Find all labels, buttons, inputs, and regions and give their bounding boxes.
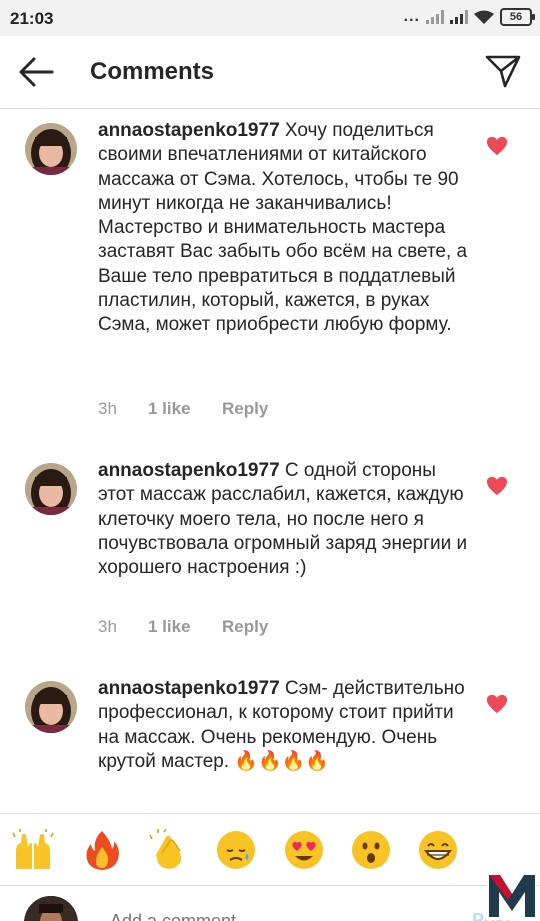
grinning-face-emoji-icon[interactable] (417, 829, 459, 871)
raising-hands-emoji-icon[interactable] (12, 829, 54, 871)
avatar-image (25, 463, 77, 515)
heart-icon[interactable] (486, 135, 508, 157)
comment-username[interactable]: annaostapenko1977 (98, 460, 280, 481)
comment: annaostapenko1977 С одной стороны этот м… (0, 449, 540, 649)
clapping-hands-emoji-icon[interactable] (148, 829, 190, 871)
sad-face-emoji-icon[interactable] (215, 829, 257, 871)
comment-time: 3h (98, 617, 117, 636)
comment: annaostapenko1977 Хочу поделиться своими… (0, 109, 540, 439)
comment-text: annaostapenko1977 С одной стороны этот м… (98, 459, 473, 580)
heart-icon[interactable] (486, 475, 508, 497)
comment-meta: 3h 1 like Reply (98, 399, 268, 419)
avatar-image (25, 681, 77, 733)
signal-icon-2 (450, 10, 468, 24)
header: Comments (0, 36, 540, 109)
avatar[interactable] (25, 463, 77, 515)
fire-emoji-icon[interactable] (81, 829, 123, 871)
comment-time: 3h (98, 399, 117, 418)
comment-input[interactable] (108, 910, 442, 921)
battery-icon: 56 (500, 8, 535, 26)
comment-likes[interactable]: 1 like (148, 617, 222, 637)
comment-meta: 3h 1 like Reply (98, 617, 268, 637)
surprised-face-emoji-icon[interactable] (350, 829, 392, 871)
comment-composer: Post (0, 885, 540, 921)
comment-text: annaostapenko1977 Сэм- действительно про… (98, 677, 473, 774)
more-dots-icon: ... (403, 8, 420, 25)
status-icons: ... 56 (403, 8, 535, 26)
paper-plane-icon[interactable] (484, 52, 522, 90)
wifi-icon (474, 10, 494, 24)
reply-button[interactable]: Reply (222, 399, 268, 419)
status-time: 21:03 (10, 9, 54, 28)
status-bar: 21:03 ... 56 (0, 0, 540, 36)
avatar[interactable] (25, 123, 77, 175)
comment-username[interactable]: annaostapenko1977 (98, 678, 280, 699)
emoji-bar (0, 813, 540, 886)
comment-username[interactable]: annaostapenko1977 (98, 120, 280, 141)
comment: annaostapenko1977 Сэм- действительно про… (0, 667, 540, 813)
signal-icon-1 (426, 10, 444, 24)
avatar[interactable] (25, 681, 77, 733)
reply-button[interactable]: Reply (222, 617, 268, 637)
comment-likes[interactable]: 1 like (148, 399, 222, 419)
comment-list: annaostapenko1977 Хочу поделиться своими… (0, 109, 540, 813)
heart-icon[interactable] (486, 693, 508, 715)
avatar-image (25, 123, 77, 175)
comment-text: annaostapenko1977 Хочу поделиться своими… (98, 119, 473, 338)
comment-content: Хочу поделиться своими впечатлениями от … (98, 120, 468, 336)
back-arrow-icon[interactable] (16, 54, 56, 90)
my-avatar-image (24, 896, 78, 921)
my-avatar (24, 896, 78, 921)
page-title: Comments (90, 58, 215, 85)
heart-eyes-emoji-icon[interactable] (283, 829, 325, 871)
m-logo-icon (486, 870, 538, 920)
